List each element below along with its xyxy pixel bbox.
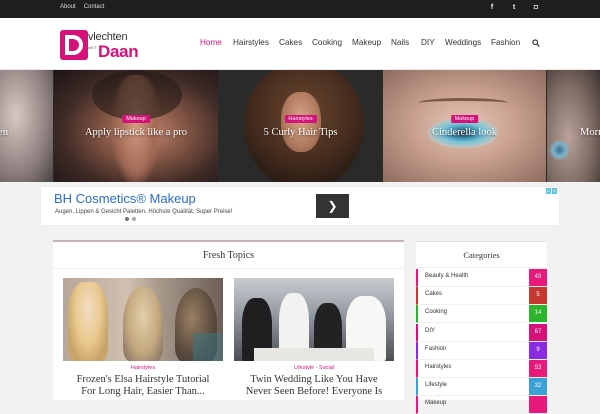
slide-category-tag[interactable]: Hairstyles [284,115,317,123]
nav-diy[interactable]: DIY [421,38,435,47]
ad-choices-icon[interactable]: ▷ ✕ [546,188,558,194]
top-links: About Contact [60,4,104,10]
slide-title: Morn [580,127,600,138]
categories-widget: Categories Beauty & Health 43 Cakes 5 Cookin… [416,241,547,414]
slide-category-tag[interactable]: Makeup [450,115,479,123]
widget-heading: Categories [416,242,547,268]
slide-category-tag[interactable]: Makeup [122,115,150,123]
nav-cakes[interactable]: Cakes [279,38,302,47]
site-header: vlechten MET Daan Home Hairstyles Cakes … [0,18,600,70]
category-item[interactable]: Cooking 14 [416,305,547,324]
slide-title[interactable]: Apply lipstick like a pro [54,127,218,138]
category-link[interactable]: Lifestyle [294,365,314,371]
article-category: Lifestyle - Social [234,365,394,371]
article-title-line[interactable]: Twin Wedding Like You Have [234,374,394,386]
logo-line2: Daan [98,42,139,61]
slide-partial-right[interactable]: Morn [547,70,600,182]
nav-nails[interactable]: Nails [391,38,409,47]
slide-title: en [0,127,8,138]
pagination-dot[interactable] [132,217,136,221]
search-icon[interactable] [532,39,540,47]
article-image[interactable] [63,278,223,361]
category-item[interactable]: Makeup [416,396,547,414]
category-count-badge: 14 [529,305,547,323]
category-count-badge: 32 [529,378,547,396]
category-label[interactable]: Cooking [425,309,447,315]
category-count-badge: 5 [529,287,547,305]
category-label[interactable]: Lifestyle [425,382,447,388]
category-label[interactable]: Fashion [425,346,446,352]
article-title[interactable]: Frozen's Elsa Hairstyle Tutorial For Lon… [63,374,223,398]
category-link[interactable]: Social [319,365,334,371]
article-card[interactable]: Lifestyle - Social Twin Wedding Like You… [234,278,394,398]
section-heading: Fresh Topics [53,242,404,269]
ad-pagination [125,217,136,221]
category-link[interactable]: Hairstyles [131,365,155,371]
slide-partial-left[interactable]: en [0,70,53,182]
ad-arrow-button[interactable]: ❯ [316,194,349,218]
article-title-line[interactable]: Frozen's Elsa Hairstyle Tutorial [63,374,223,386]
category-label[interactable]: Cakes [425,291,442,297]
ad-banner[interactable]: BH Cosmetics® Makeup Augen, Lippen & Ges… [40,186,560,226]
nav-home[interactable]: Home [200,38,222,47]
article-category: Hairstyles [63,365,223,371]
nav-makeup[interactable]: Makeup [352,38,381,47]
category-count-badge: 53 [529,360,547,377]
category-count-badge: 9 [529,341,547,359]
category-label[interactable]: Beauty & Health [425,273,468,279]
slide-curly-hair[interactable]: Hairstyles 5 Curly Hair Tips [219,70,382,182]
featured-slider[interactable]: en Makeup Apply lipstick like a pro Hair… [0,70,600,182]
category-item[interactable]: Fashion 9 [416,341,547,360]
category-count-badge [529,396,547,414]
ad-subtitle: Augen, Lippen & Gesicht Paletten. Höchst… [55,209,233,215]
article-title[interactable]: Twin Wedding Like You Have Never Seen Be… [234,374,394,398]
article-title-line[interactable]: Never Seen Before! Everyone Is [234,386,394,398]
category-label[interactable]: Makeup [425,400,446,406]
slide-cinderella[interactable]: Makeup Cinderella look [383,70,546,182]
top-bar: About Contact f t ◘ [0,0,600,18]
contact-link[interactable]: Contact [84,4,105,10]
ad-title[interactable]: BH Cosmetics® Makeup [54,191,196,206]
category-item[interactable]: Lifestyle 32 [416,378,547,397]
logo-small-text: MET [88,45,97,50]
social-links: f t ◘ [488,4,540,11]
twitter-icon[interactable]: t [510,4,518,11]
pagination-dot[interactable] [125,217,129,221]
category-item[interactable]: Cakes 5 [416,287,547,306]
nav-cooking[interactable]: Cooking [312,38,342,47]
slide-lipstick[interactable]: Makeup Apply lipstick like a pro [54,70,218,182]
category-item[interactable]: Beauty & Health 43 [416,269,547,287]
slide-title[interactable]: Cinderella look [383,127,546,138]
category-label[interactable]: DIY [425,328,435,334]
instagram-icon[interactable]: ◘ [532,4,540,11]
nav-fashion[interactable]: Fashion [491,38,520,47]
logo-mark-icon [60,30,88,60]
category-label[interactable]: Hairstyles [425,364,451,370]
article-card[interactable]: Hairstyles Frozen's Elsa Hairstyle Tutor… [63,278,223,398]
nav-hairstyles[interactable]: Hairstyles [233,38,269,47]
category-item[interactable]: DIY 67 [416,323,547,342]
category-count-badge: 43 [529,269,547,286]
category-count-badge: 67 [529,323,547,341]
article-image[interactable] [234,278,394,361]
about-link[interactable]: About [60,4,76,10]
article-title-line[interactable]: For Long Hair, Easier Than... [63,386,223,398]
category-item[interactable]: Hairstyles 53 [416,360,547,378]
nav-weddings[interactable]: Weddings [445,38,481,47]
site-logo[interactable]: vlechten MET Daan [60,30,150,61]
slide-title[interactable]: 5 Curly Hair Tips [219,127,382,138]
fresh-topics-section: Fresh Topics Hairstyles Frozen's Elsa Ha… [53,240,404,400]
facebook-icon[interactable]: f [488,4,496,11]
